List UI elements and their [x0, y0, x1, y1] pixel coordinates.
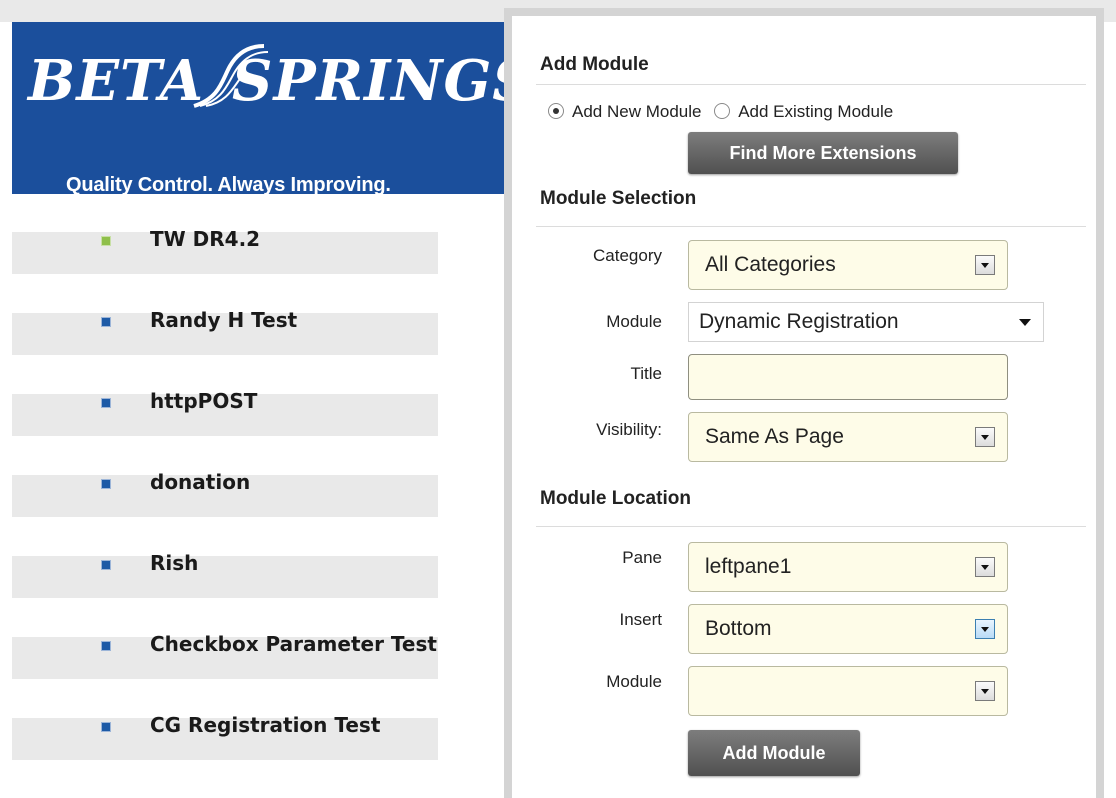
bullet-icon [101, 722, 111, 732]
location-module-label: Module [606, 672, 662, 691]
pane-value: leftpane1 [705, 555, 792, 578]
section-divider [536, 226, 1086, 227]
caret-down-icon[interactable] [1019, 319, 1031, 326]
module-location-heading: Module Location [540, 488, 691, 509]
dropdown-arrow-icon[interactable] [975, 255, 995, 275]
insert-select[interactable]: Bottom [688, 604, 1008, 654]
title-input[interactable] [688, 354, 1008, 400]
add-module-panel: Add Module Add New Module Add Existing M… [504, 8, 1104, 798]
nav-item-label[interactable]: CG Registration Test [150, 713, 380, 737]
pane-select[interactable]: leftpane1 [688, 542, 1008, 592]
beta-springs-logo[interactable]: BETA SPRINGS [24, 40, 504, 110]
dropdown-arrow-icon[interactable] [975, 557, 995, 577]
nav-item-label[interactable]: Randy H Test [150, 308, 297, 332]
nav-item-randy-h-test[interactable]: Randy H Test [12, 275, 438, 356]
add-module-button[interactable]: Add Module [688, 730, 860, 776]
visibility-select[interactable]: Same As Page [688, 412, 1008, 462]
add-module-heading: Add Module [540, 54, 649, 75]
nav-item-label[interactable]: httpPOST [150, 389, 257, 413]
nav-item-checkbox-parameter-test[interactable]: Checkbox Parameter Test [12, 599, 438, 680]
nav-item-rish[interactable]: Rish [12, 518, 438, 599]
bullet-icon [101, 641, 111, 651]
dropdown-arrow-icon[interactable] [975, 681, 995, 701]
add-existing-module-label[interactable]: Add Existing Module [738, 102, 893, 121]
category-label: Category [593, 246, 662, 265]
active-bullet-icon [101, 236, 111, 246]
nav-item-label[interactable]: Rish [150, 551, 198, 575]
insert-label: Insert [619, 610, 662, 629]
section-divider [536, 526, 1086, 527]
nav-item-label[interactable]: donation [150, 470, 250, 494]
visibility-value: Same As Page [705, 425, 844, 448]
nav-item-donation[interactable]: donation [12, 437, 438, 518]
category-value: All Categories [705, 253, 836, 276]
svg-text:BETA: BETA [26, 48, 204, 110]
nav-item-label[interactable]: TW DR4.2 [150, 227, 260, 251]
bullet-icon [101, 398, 111, 408]
title-label: Title [630, 364, 663, 383]
bullet-icon [101, 479, 111, 489]
bullet-icon [101, 560, 111, 570]
insert-value: Bottom [705, 617, 772, 640]
svg-text:SPRINGS: SPRINGS [232, 48, 504, 110]
add-new-module-radio[interactable] [548, 103, 564, 119]
page-nav: TW DR4.2 Randy H Test httpPOST donation … [12, 194, 438, 761]
dropdown-arrow-icon[interactable] [975, 619, 995, 639]
module-label: Module [606, 312, 662, 331]
nav-item-httppost[interactable]: httpPOST [12, 356, 438, 437]
location-module-select[interactable] [688, 666, 1008, 716]
module-selection-heading: Module Selection [540, 188, 697, 209]
module-select[interactable]: Dynamic Registration [688, 302, 1044, 342]
nav-item-tw-dr42[interactable]: TW DR4.2 [12, 194, 438, 275]
site-header: BETA SPRINGS Quality Control. Always Imp… [12, 22, 512, 196]
pane-label: Pane [622, 548, 662, 567]
nav-item-label[interactable]: Checkbox Parameter Test [150, 632, 437, 656]
category-select[interactable]: All Categories [688, 240, 1008, 290]
module-type-radio-group: Add New Module Add Existing Module [548, 102, 901, 122]
add-new-module-label[interactable]: Add New Module [572, 102, 701, 121]
module-value: Dynamic Registration [699, 310, 899, 333]
nav-item-cg-registration-test[interactable]: CG Registration Test [12, 680, 438, 761]
section-divider [536, 84, 1086, 85]
dropdown-arrow-icon[interactable] [975, 427, 995, 447]
visibility-label: Visibility: [596, 420, 662, 439]
add-existing-module-radio[interactable] [714, 103, 731, 119]
find-more-extensions-button[interactable]: Find More Extensions [688, 132, 958, 174]
bullet-icon [101, 317, 111, 327]
